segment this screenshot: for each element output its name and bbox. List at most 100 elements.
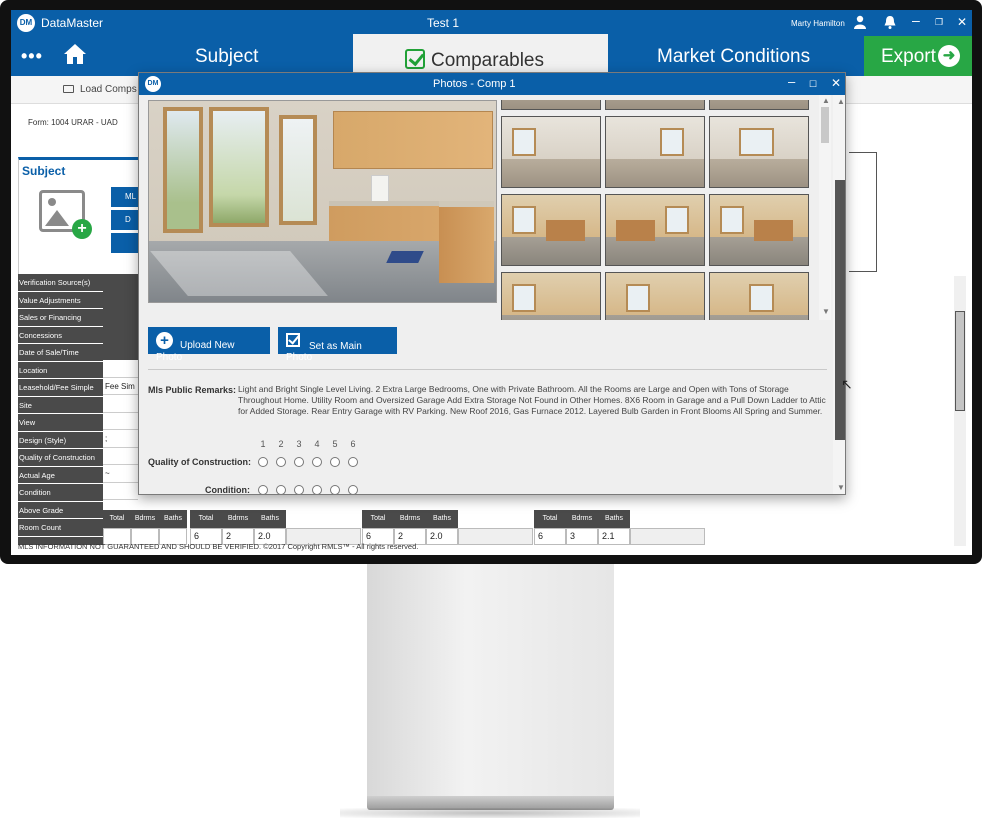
comp3-total-field[interactable]: 6 xyxy=(534,528,566,545)
subject-value-location[interactable] xyxy=(103,360,138,378)
set-main-photo-button[interactable]: Set as Main Photo xyxy=(278,327,397,363)
grid-header-baths: Baths xyxy=(598,510,630,528)
subject-value-view[interactable] xyxy=(103,412,138,430)
tab-comparables[interactable]: Comparables xyxy=(353,34,608,76)
row-label: Location xyxy=(18,361,103,379)
quality-radio-2[interactable] xyxy=(276,457,286,467)
quality-radio-6[interactable] xyxy=(348,457,358,467)
photo-thumbnail[interactable] xyxy=(605,100,705,110)
user-name[interactable]: Marty Hamilton xyxy=(791,19,845,28)
dialog-scrollbar-thumb[interactable] xyxy=(835,180,845,440)
condition-radio-6[interactable] xyxy=(348,485,358,494)
subject-mls-button[interactable]: ML xyxy=(111,187,141,207)
comp2-baths-field[interactable]: 2.0 xyxy=(426,528,458,545)
dialog-close-icon[interactable]: ✕ xyxy=(831,76,841,90)
rating-number: 5 xyxy=(332,439,338,449)
condition-radio-5[interactable] xyxy=(330,485,340,494)
subject-value-design[interactable]: ; xyxy=(103,430,138,448)
main-nav: ••• Subject Comparables Market Condition… xyxy=(11,34,972,76)
condition-radio-3[interactable] xyxy=(294,485,304,494)
quality-radio-3[interactable] xyxy=(294,457,304,467)
quality-radio-1[interactable] xyxy=(258,457,268,467)
dialog-scrollbar[interactable]: ▲ ▼ xyxy=(833,95,845,494)
export-label: Export xyxy=(881,46,936,67)
grid-header-baths: Baths xyxy=(254,510,286,528)
subject-d-button[interactable]: D xyxy=(111,210,141,230)
main-photo[interactable] xyxy=(148,100,497,303)
scroll-down-icon[interactable]: ▼ xyxy=(822,307,830,316)
home-icon[interactable] xyxy=(63,43,87,70)
load-comps-button[interactable]: Load Comps xyxy=(63,84,137,95)
grid-header-baths: Baths xyxy=(159,510,187,528)
monitor-bezel: DM DataMaster Test 1 Marty Hamilton – ❐ … xyxy=(0,0,982,564)
row-label: View xyxy=(18,414,103,432)
photo-thumbnail[interactable] xyxy=(501,272,601,320)
subject-value-age[interactable]: ~ xyxy=(103,465,138,483)
close-icon[interactable]: ✕ xyxy=(957,15,967,29)
subject-value-condition[interactable] xyxy=(103,482,138,500)
row-label: Verification Source(s) xyxy=(18,274,103,292)
photo-thumbnail[interactable] xyxy=(501,194,601,266)
scroll-up-icon[interactable]: ▲ xyxy=(837,97,845,106)
main-scrollbar[interactable] xyxy=(954,276,966,546)
grid-header-total: Total xyxy=(190,510,222,528)
arrow-right-icon: ➜ xyxy=(938,45,960,67)
checkbox-icon xyxy=(286,333,300,347)
photo-thumbnail[interactable] xyxy=(501,100,601,110)
photo-thumbnail[interactable] xyxy=(605,116,705,188)
remarks-label: Mls Public Remarks: xyxy=(148,385,237,395)
comp3-baths-field[interactable]: 2.1 xyxy=(598,528,630,545)
monitor-stand xyxy=(367,564,614,796)
thumbnail-scrollbar[interactable]: ▲ ▼ xyxy=(819,95,831,320)
comp3-bdrms-field[interactable]: 3 xyxy=(566,528,598,545)
subject-value-quality[interactable] xyxy=(103,447,138,465)
comp2-extra-cell xyxy=(458,528,533,545)
menu-dots-icon[interactable]: ••• xyxy=(21,46,43,67)
restore-icon[interactable]: ❐ xyxy=(935,17,943,28)
bell-icon[interactable] xyxy=(883,15,897,32)
dialog-maximize-icon[interactable]: ☐ xyxy=(809,79,817,90)
grid-header-total: Total xyxy=(103,510,131,528)
row-labels: Verification Source(s) Value Adjustments… xyxy=(18,274,103,545)
user-icon[interactable] xyxy=(853,15,867,32)
condition-radio-1[interactable] xyxy=(258,485,268,494)
quality-radio-4[interactable] xyxy=(312,457,322,467)
photo-thumbnail[interactable] xyxy=(709,272,809,320)
upload-photo-button[interactable]: + Upload New Photo xyxy=(148,327,270,363)
image-add-icon[interactable]: + xyxy=(39,190,92,239)
tab-market-conditions[interactable]: Market Conditions xyxy=(657,46,810,68)
condition-radio-2[interactable] xyxy=(276,485,286,494)
condition-radio-4[interactable] xyxy=(312,485,322,494)
scroll-up-icon[interactable]: ▲ xyxy=(822,96,830,105)
main-scrollbar-thumb[interactable] xyxy=(955,311,965,411)
quality-radio-5[interactable] xyxy=(330,457,340,467)
folder-icon xyxy=(63,85,74,93)
scroll-down-icon[interactable]: ▼ xyxy=(837,483,845,492)
photo-thumbnail[interactable] xyxy=(709,116,809,188)
subject-value-site[interactable] xyxy=(103,395,138,413)
rating-number: 6 xyxy=(350,439,356,449)
minimize-icon[interactable]: – xyxy=(912,12,920,28)
photo-thumbnail[interactable] xyxy=(709,100,809,110)
condition-label: Condition: xyxy=(205,485,250,495)
subject-button-3[interactable] xyxy=(111,233,141,253)
photo-thumbnail[interactable] xyxy=(709,194,809,266)
rating-number: 2 xyxy=(278,439,284,449)
grid-header-total: Total xyxy=(362,510,394,528)
subject-value-leasehold[interactable]: Fee Sim xyxy=(103,377,138,395)
check-icon xyxy=(405,49,425,69)
thumbnail-scrollbar-thumb[interactable] xyxy=(821,107,829,143)
tab-subject[interactable]: Subject xyxy=(195,46,258,68)
photo-thumbnail[interactable] xyxy=(605,272,705,320)
app-name: DataMaster xyxy=(41,16,104,30)
export-button[interactable]: Export ➜ xyxy=(864,36,972,76)
plus-circle-icon: + xyxy=(156,332,173,349)
dialog-titlebar: DM Photos - Comp 1 – ☐ ✕ xyxy=(139,73,845,95)
photo-thumbnail[interactable] xyxy=(501,116,601,188)
dialog-minimize-icon[interactable]: – xyxy=(788,74,795,89)
document-title: Test 1 xyxy=(427,16,460,30)
dialog-logo: DM xyxy=(145,76,161,92)
photo-thumbnail[interactable] xyxy=(605,194,705,266)
rating-number: 4 xyxy=(314,439,320,449)
grid-header-bdrms: Bdrms xyxy=(394,510,426,528)
